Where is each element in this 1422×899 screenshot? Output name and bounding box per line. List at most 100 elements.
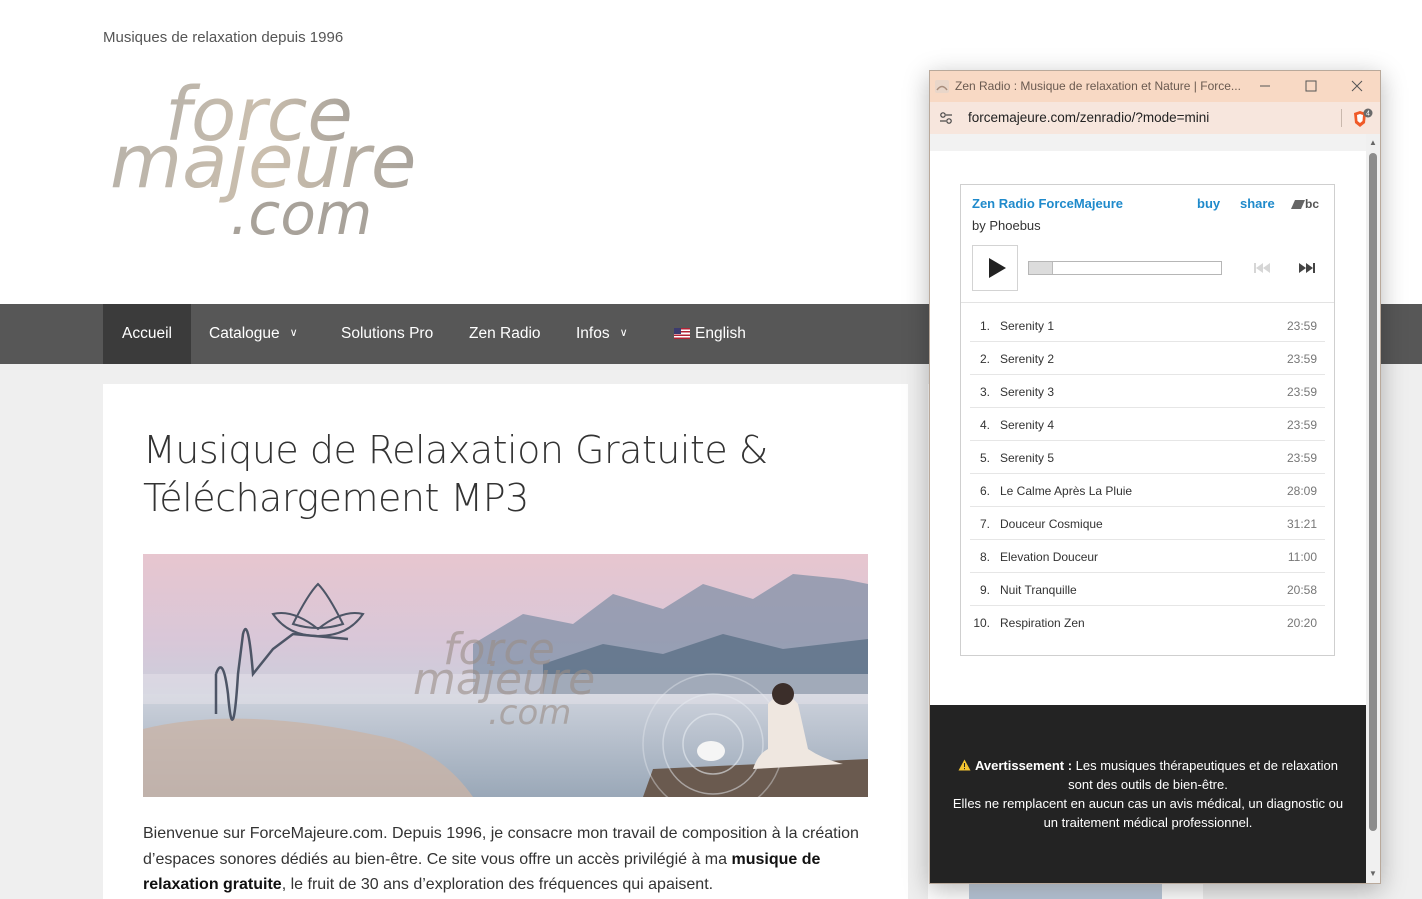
warning-label: Avertissement :: [974, 758, 1073, 773]
artist-name: by Phoebus: [972, 218, 1041, 233]
track-duration: 23:59: [1286, 451, 1317, 465]
track-duration: 23:59: [1286, 418, 1317, 432]
previous-track-icon[interactable]: [1253, 262, 1271, 274]
zen-radio-popup-window: Zen Radio : Musique de relaxation et Nat…: [929, 70, 1381, 884]
track-title[interactable]: Douceur Cosmique: [1000, 517, 1103, 531]
warning-text-1: Les musiques thérapeutiques et de relaxa…: [1068, 758, 1338, 792]
track-number: 4.: [979, 418, 990, 432]
nav-item-accueil[interactable]: Accueil: [103, 304, 191, 364]
nav-item-solutions-pro[interactable]: Solutions Pro: [322, 304, 452, 364]
warning-text-2: Elles ne remplacent en aucun cas un avis…: [952, 796, 1344, 830]
scroll-up-icon[interactable]: ▲: [1369, 138, 1377, 147]
site-info-icon[interactable]: [939, 111, 953, 125]
nav-item-label: Solutions Pro: [341, 325, 434, 342]
close-button[interactable]: [1334, 71, 1380, 102]
popup-viewport: Zen Radio ForceMajeure by Phoebus buy sh…: [930, 134, 1366, 883]
minimize-icon: [1260, 85, 1270, 87]
track-number: 2.: [979, 352, 990, 366]
album-title-link[interactable]: Zen Radio ForceMajeure: [972, 196, 1123, 211]
bandcamp-player: Zen Radio ForceMajeure by Phoebus buy sh…: [960, 184, 1335, 656]
hero-watermark-line-3: .com: [488, 693, 571, 733]
nav-item-catalogue[interactable]: Catalogue ∨: [190, 304, 317, 364]
track-duration: 23:59: [1286, 352, 1317, 366]
site-tagline: Musiques de relaxation depuis 1996: [103, 29, 344, 46]
bandcamp-logo[interactable]: bc: [1291, 197, 1319, 211]
nav-item-english[interactable]: English: [655, 304, 765, 364]
maximize-button[interactable]: [1288, 71, 1334, 102]
track-title[interactable]: Respiration Zen: [1000, 616, 1085, 630]
track-row[interactable]: 7. Douceur Cosmique 31:21: [970, 507, 1325, 540]
chevron-down-icon: ∨: [619, 327, 628, 339]
nav-item-zen-radio[interactable]: Zen Radio: [450, 304, 560, 364]
next-track-icon[interactable]: [1298, 262, 1316, 274]
site-favicon-icon: [935, 80, 949, 93]
url-field[interactable]: forcemajeure.com/zenradio/?mode=mini: [968, 110, 1209, 125]
track-number: 8.: [979, 550, 990, 564]
warning-icon: [958, 759, 971, 771]
page-title: Musique de Relaxation Gratuite & Télécha…: [143, 428, 768, 520]
maximize-icon: [1305, 80, 1317, 92]
play-icon: [989, 258, 1006, 278]
player-divider: [961, 302, 1334, 303]
track-title[interactable]: Nuit Tranquille: [1000, 583, 1077, 597]
window-title: Zen Radio : Musique de relaxation et Nat…: [955, 79, 1241, 93]
track-title[interactable]: Serenity 4: [1000, 418, 1054, 432]
shield-badge-count: 4: [1366, 111, 1370, 118]
scroll-down-icon[interactable]: ▼: [1369, 869, 1377, 878]
track-row[interactable]: 4. Serenity 4 23:59: [970, 408, 1325, 441]
nav-item-label: Accueil: [122, 325, 172, 342]
track-row[interactable]: 9. Nuit Tranquille 20:58: [970, 573, 1325, 606]
intro-text-end: , le fruit de 30 ans d’exploration des f…: [281, 876, 714, 893]
buy-link[interactable]: buy: [1197, 196, 1220, 211]
track-number: 1.: [979, 319, 990, 333]
track-title[interactable]: Serenity 2: [1000, 352, 1054, 366]
track-duration: 20:58: [1286, 583, 1317, 597]
track-row[interactable]: 5. Serenity 5 23:59: [970, 441, 1325, 474]
track-row[interactable]: 2. Serenity 2 23:59: [970, 342, 1325, 375]
progress-bar[interactable]: [1028, 261, 1222, 275]
nav-item-label: Zen Radio: [469, 325, 541, 342]
site-logo[interactable]: force majeure .com: [110, 72, 430, 247]
brave-shield-icon[interactable]: 4: [1351, 108, 1373, 130]
track-title[interactable]: Serenity 1: [1000, 319, 1054, 333]
address-divider: [1341, 109, 1342, 127]
close-icon: [1351, 80, 1363, 92]
nav-item-label: English: [695, 325, 746, 342]
nav-item-infos[interactable]: Infos ∨: [557, 304, 647, 364]
track-title[interactable]: Serenity 3: [1000, 385, 1054, 399]
intro-paragraph: Bienvenue sur ForceMajeure.com. Depuis 1…: [143, 821, 873, 898]
chevron-down-icon: ∨: [289, 327, 298, 339]
popup-scrollbar[interactable]: ▲ ▼: [1366, 134, 1380, 883]
warning-line-1: Avertissement : Les musiques thérapeutiq…: [930, 756, 1366, 794]
track-row[interactable]: 8. Elevation Douceur 11:00: [970, 540, 1325, 573]
hero-image: force majeure .com: [143, 554, 868, 797]
track-duration: 23:59: [1286, 385, 1317, 399]
track-row[interactable]: 1. Serenity 1 23:59: [970, 309, 1325, 342]
minimize-button[interactable]: [1242, 71, 1288, 102]
bandcamp-logo-icon: [1291, 200, 1305, 209]
track-row[interactable]: 10. Respiration Zen 20:20: [970, 606, 1325, 639]
track-number: 3.: [979, 385, 990, 399]
progress-thumb[interactable]: [1029, 262, 1053, 274]
track-title[interactable]: Serenity 5: [1000, 451, 1054, 465]
window-titlebar[interactable]: Zen Radio : Musique de relaxation et Nat…: [930, 71, 1380, 102]
track-title[interactable]: Elevation Douceur: [1000, 550, 1098, 564]
medical-warning-banner: Avertissement : Les musiques thérapeutiq…: [930, 705, 1366, 883]
nav-item-label: Infos: [576, 325, 610, 342]
scrollbar-thumb[interactable]: [1369, 153, 1377, 831]
logo-line-3: .com: [230, 180, 372, 247]
track-list: 1. Serenity 1 23:59 2. Serenity 2 23:59 …: [970, 309, 1325, 639]
track-duration: 11:00: [1287, 550, 1317, 564]
track-number: 5.: [979, 451, 990, 465]
address-bar: forcemajeure.com/zenradio/?mode=mini 4: [930, 102, 1380, 134]
track-row[interactable]: 3. Serenity 3 23:59: [970, 375, 1325, 408]
share-link[interactable]: share: [1240, 196, 1275, 211]
track-title[interactable]: Le Calme Après La Pluie: [1000, 484, 1132, 498]
play-button[interactable]: [972, 245, 1018, 291]
track-duration: 23:59: [1286, 319, 1317, 333]
track-row[interactable]: 6. Le Calme Après La Pluie 28:09: [970, 474, 1325, 507]
main-content: Musique de Relaxation Gratuite & Télécha…: [103, 384, 908, 899]
track-number: 6.: [979, 484, 990, 498]
us-flag-icon: [674, 328, 690, 339]
track-number: 7.: [979, 517, 990, 531]
